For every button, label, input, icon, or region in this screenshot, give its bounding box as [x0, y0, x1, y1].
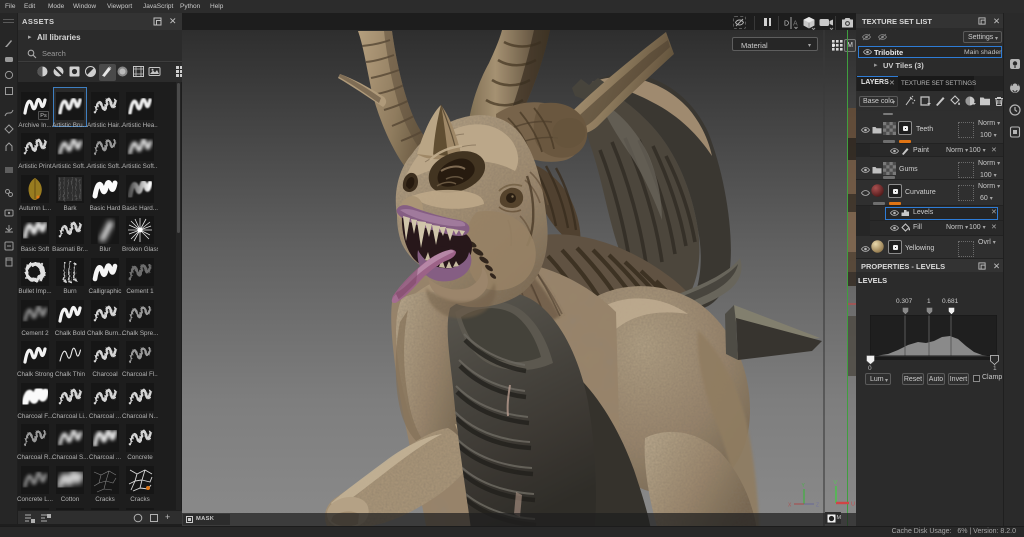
svg-text:X: X [788, 503, 792, 509]
svg-text:U: U [851, 502, 855, 508]
svg-text:D: D [784, 21, 789, 28]
svg-text:A: A [793, 21, 798, 28]
svg-text:Y: Y [802, 483, 806, 489]
svg-text:V: V [834, 480, 838, 486]
svg-text:Z: Z [816, 503, 819, 509]
